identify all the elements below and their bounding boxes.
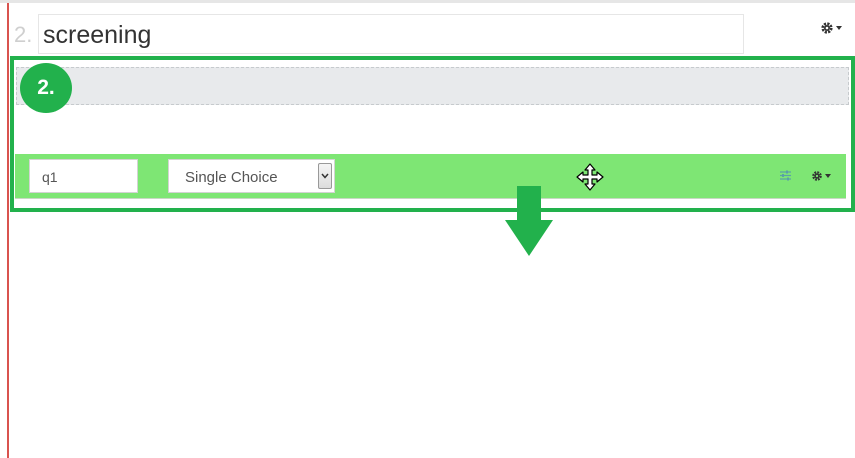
question-type-value: Single Choice <box>185 169 278 186</box>
page-title-field[interactable]: screening <box>38 14 744 54</box>
move-icon[interactable] <box>576 163 604 191</box>
page-number: 2. <box>14 22 33 47</box>
gear-icon <box>821 22 833 34</box>
top-border <box>0 0 855 3</box>
chevron-down-icon <box>825 174 831 178</box>
sliders-icon[interactable] <box>779 169 792 182</box>
left-edge-rule <box>7 3 9 458</box>
annotation-down-arrow <box>505 186 553 256</box>
select-dropdown-arrow[interactable] <box>318 163 332 189</box>
question-type-select[interactable]: Single Choice <box>168 159 335 193</box>
chevron-down-icon <box>836 26 842 30</box>
chevron-down-icon <box>321 173 329 179</box>
question-settings-button[interactable] <box>811 168 835 184</box>
step-badge: 2. <box>20 63 72 113</box>
page-settings-button[interactable] <box>820 19 848 37</box>
question-row[interactable] <box>15 154 846 199</box>
question-name-input[interactable]: q1 <box>29 159 138 193</box>
gear-icon <box>812 171 822 181</box>
